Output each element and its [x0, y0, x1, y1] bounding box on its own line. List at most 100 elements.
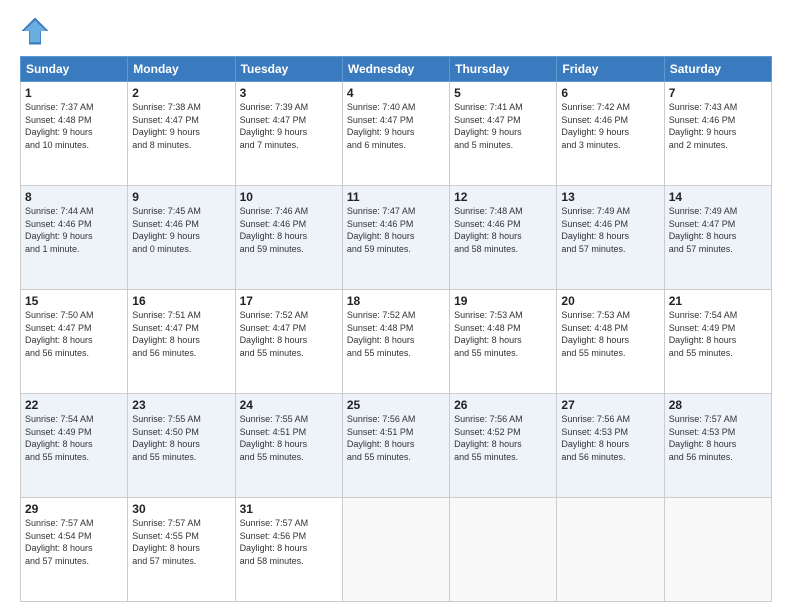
- calendar-cell: 25Sunrise: 7:56 AMSunset: 4:51 PMDayligh…: [342, 394, 449, 498]
- day-number: 15: [25, 294, 123, 308]
- day-number: 27: [561, 398, 659, 412]
- header: [20, 16, 772, 46]
- day-number: 4: [347, 86, 445, 100]
- calendar-cell: 5Sunrise: 7:41 AMSunset: 4:47 PMDaylight…: [450, 82, 557, 186]
- calendar-cell: 31Sunrise: 7:57 AMSunset: 4:56 PMDayligh…: [235, 498, 342, 602]
- calendar-cell: [664, 498, 771, 602]
- day-header-saturday: Saturday: [664, 57, 771, 82]
- day-number: 22: [25, 398, 123, 412]
- calendar-cell: [557, 498, 664, 602]
- cell-details: Sunrise: 7:44 AMSunset: 4:46 PMDaylight:…: [25, 205, 123, 255]
- cell-details: Sunrise: 7:48 AMSunset: 4:46 PMDaylight:…: [454, 205, 552, 255]
- calendar-cell: 17Sunrise: 7:52 AMSunset: 4:47 PMDayligh…: [235, 290, 342, 394]
- calendar-cell: 28Sunrise: 7:57 AMSunset: 4:53 PMDayligh…: [664, 394, 771, 498]
- cell-details: Sunrise: 7:42 AMSunset: 4:46 PMDaylight:…: [561, 101, 659, 151]
- calendar-cell: [342, 498, 449, 602]
- calendar-cell: 18Sunrise: 7:52 AMSunset: 4:48 PMDayligh…: [342, 290, 449, 394]
- cell-details: Sunrise: 7:56 AMSunset: 4:52 PMDaylight:…: [454, 413, 552, 463]
- day-number: 13: [561, 190, 659, 204]
- calendar-cell: 7Sunrise: 7:43 AMSunset: 4:46 PMDaylight…: [664, 82, 771, 186]
- logo-icon: [20, 16, 50, 46]
- cell-details: Sunrise: 7:54 AMSunset: 4:49 PMDaylight:…: [25, 413, 123, 463]
- calendar-cell: 9Sunrise: 7:45 AMSunset: 4:46 PMDaylight…: [128, 186, 235, 290]
- day-number: 29: [25, 502, 123, 516]
- cell-details: Sunrise: 7:37 AMSunset: 4:48 PMDaylight:…: [25, 101, 123, 151]
- day-number: 17: [240, 294, 338, 308]
- calendar-cell: 10Sunrise: 7:46 AMSunset: 4:46 PMDayligh…: [235, 186, 342, 290]
- calendar-cell: 4Sunrise: 7:40 AMSunset: 4:47 PMDaylight…: [342, 82, 449, 186]
- calendar-cell: 21Sunrise: 7:54 AMSunset: 4:49 PMDayligh…: [664, 290, 771, 394]
- day-number: 28: [669, 398, 767, 412]
- cell-details: Sunrise: 7:38 AMSunset: 4:47 PMDaylight:…: [132, 101, 230, 151]
- day-number: 7: [669, 86, 767, 100]
- cell-details: Sunrise: 7:40 AMSunset: 4:47 PMDaylight:…: [347, 101, 445, 151]
- calendar-cell: 20Sunrise: 7:53 AMSunset: 4:48 PMDayligh…: [557, 290, 664, 394]
- day-header-tuesday: Tuesday: [235, 57, 342, 82]
- calendar-cell: [450, 498, 557, 602]
- cell-details: Sunrise: 7:43 AMSunset: 4:46 PMDaylight:…: [669, 101, 767, 151]
- calendar-cell: 19Sunrise: 7:53 AMSunset: 4:48 PMDayligh…: [450, 290, 557, 394]
- cell-details: Sunrise: 7:57 AMSunset: 4:54 PMDaylight:…: [25, 517, 123, 567]
- calendar-cell: 16Sunrise: 7:51 AMSunset: 4:47 PMDayligh…: [128, 290, 235, 394]
- cell-details: Sunrise: 7:53 AMSunset: 4:48 PMDaylight:…: [454, 309, 552, 359]
- calendar-cell: 24Sunrise: 7:55 AMSunset: 4:51 PMDayligh…: [235, 394, 342, 498]
- cell-details: Sunrise: 7:47 AMSunset: 4:46 PMDaylight:…: [347, 205, 445, 255]
- cell-details: Sunrise: 7:55 AMSunset: 4:50 PMDaylight:…: [132, 413, 230, 463]
- day-number: 31: [240, 502, 338, 516]
- calendar-cell: 30Sunrise: 7:57 AMSunset: 4:55 PMDayligh…: [128, 498, 235, 602]
- day-number: 12: [454, 190, 552, 204]
- cell-details: Sunrise: 7:46 AMSunset: 4:46 PMDaylight:…: [240, 205, 338, 255]
- cell-details: Sunrise: 7:41 AMSunset: 4:47 PMDaylight:…: [454, 101, 552, 151]
- day-number: 20: [561, 294, 659, 308]
- day-header-wednesday: Wednesday: [342, 57, 449, 82]
- cell-details: Sunrise: 7:53 AMSunset: 4:48 PMDaylight:…: [561, 309, 659, 359]
- cell-details: Sunrise: 7:57 AMSunset: 4:55 PMDaylight:…: [132, 517, 230, 567]
- cell-details: Sunrise: 7:49 AMSunset: 4:46 PMDaylight:…: [561, 205, 659, 255]
- logo: [20, 16, 54, 46]
- cell-details: Sunrise: 7:57 AMSunset: 4:53 PMDaylight:…: [669, 413, 767, 463]
- calendar-cell: 1Sunrise: 7:37 AMSunset: 4:48 PMDaylight…: [21, 82, 128, 186]
- day-number: 14: [669, 190, 767, 204]
- cell-details: Sunrise: 7:56 AMSunset: 4:51 PMDaylight:…: [347, 413, 445, 463]
- day-number: 19: [454, 294, 552, 308]
- day-number: 6: [561, 86, 659, 100]
- calendar-cell: 11Sunrise: 7:47 AMSunset: 4:46 PMDayligh…: [342, 186, 449, 290]
- day-header-sunday: Sunday: [21, 57, 128, 82]
- cell-details: Sunrise: 7:55 AMSunset: 4:51 PMDaylight:…: [240, 413, 338, 463]
- day-header-monday: Monday: [128, 57, 235, 82]
- calendar-cell: 13Sunrise: 7:49 AMSunset: 4:46 PMDayligh…: [557, 186, 664, 290]
- cell-details: Sunrise: 7:39 AMSunset: 4:47 PMDaylight:…: [240, 101, 338, 151]
- cell-details: Sunrise: 7:49 AMSunset: 4:47 PMDaylight:…: [669, 205, 767, 255]
- day-number: 3: [240, 86, 338, 100]
- calendar-cell: 8Sunrise: 7:44 AMSunset: 4:46 PMDaylight…: [21, 186, 128, 290]
- day-number: 2: [132, 86, 230, 100]
- day-number: 25: [347, 398, 445, 412]
- day-number: 16: [132, 294, 230, 308]
- cell-details: Sunrise: 7:54 AMSunset: 4:49 PMDaylight:…: [669, 309, 767, 359]
- calendar-cell: 15Sunrise: 7:50 AMSunset: 4:47 PMDayligh…: [21, 290, 128, 394]
- day-number: 24: [240, 398, 338, 412]
- page: SundayMondayTuesdayWednesdayThursdayFrid…: [0, 0, 792, 612]
- cell-details: Sunrise: 7:50 AMSunset: 4:47 PMDaylight:…: [25, 309, 123, 359]
- calendar-cell: 12Sunrise: 7:48 AMSunset: 4:46 PMDayligh…: [450, 186, 557, 290]
- calendar-cell: 29Sunrise: 7:57 AMSunset: 4:54 PMDayligh…: [21, 498, 128, 602]
- day-number: 26: [454, 398, 552, 412]
- day-number: 11: [347, 190, 445, 204]
- day-number: 8: [25, 190, 123, 204]
- day-number: 9: [132, 190, 230, 204]
- calendar-cell: 6Sunrise: 7:42 AMSunset: 4:46 PMDaylight…: [557, 82, 664, 186]
- cell-details: Sunrise: 7:57 AMSunset: 4:56 PMDaylight:…: [240, 517, 338, 567]
- day-number: 18: [347, 294, 445, 308]
- cell-details: Sunrise: 7:56 AMSunset: 4:53 PMDaylight:…: [561, 413, 659, 463]
- day-number: 1: [25, 86, 123, 100]
- cell-details: Sunrise: 7:52 AMSunset: 4:47 PMDaylight:…: [240, 309, 338, 359]
- calendar-cell: 2Sunrise: 7:38 AMSunset: 4:47 PMDaylight…: [128, 82, 235, 186]
- day-number: 23: [132, 398, 230, 412]
- day-number: 21: [669, 294, 767, 308]
- calendar-cell: 14Sunrise: 7:49 AMSunset: 4:47 PMDayligh…: [664, 186, 771, 290]
- calendar-cell: 3Sunrise: 7:39 AMSunset: 4:47 PMDaylight…: [235, 82, 342, 186]
- day-header-friday: Friday: [557, 57, 664, 82]
- calendar-cell: 26Sunrise: 7:56 AMSunset: 4:52 PMDayligh…: [450, 394, 557, 498]
- cell-details: Sunrise: 7:52 AMSunset: 4:48 PMDaylight:…: [347, 309, 445, 359]
- day-number: 30: [132, 502, 230, 516]
